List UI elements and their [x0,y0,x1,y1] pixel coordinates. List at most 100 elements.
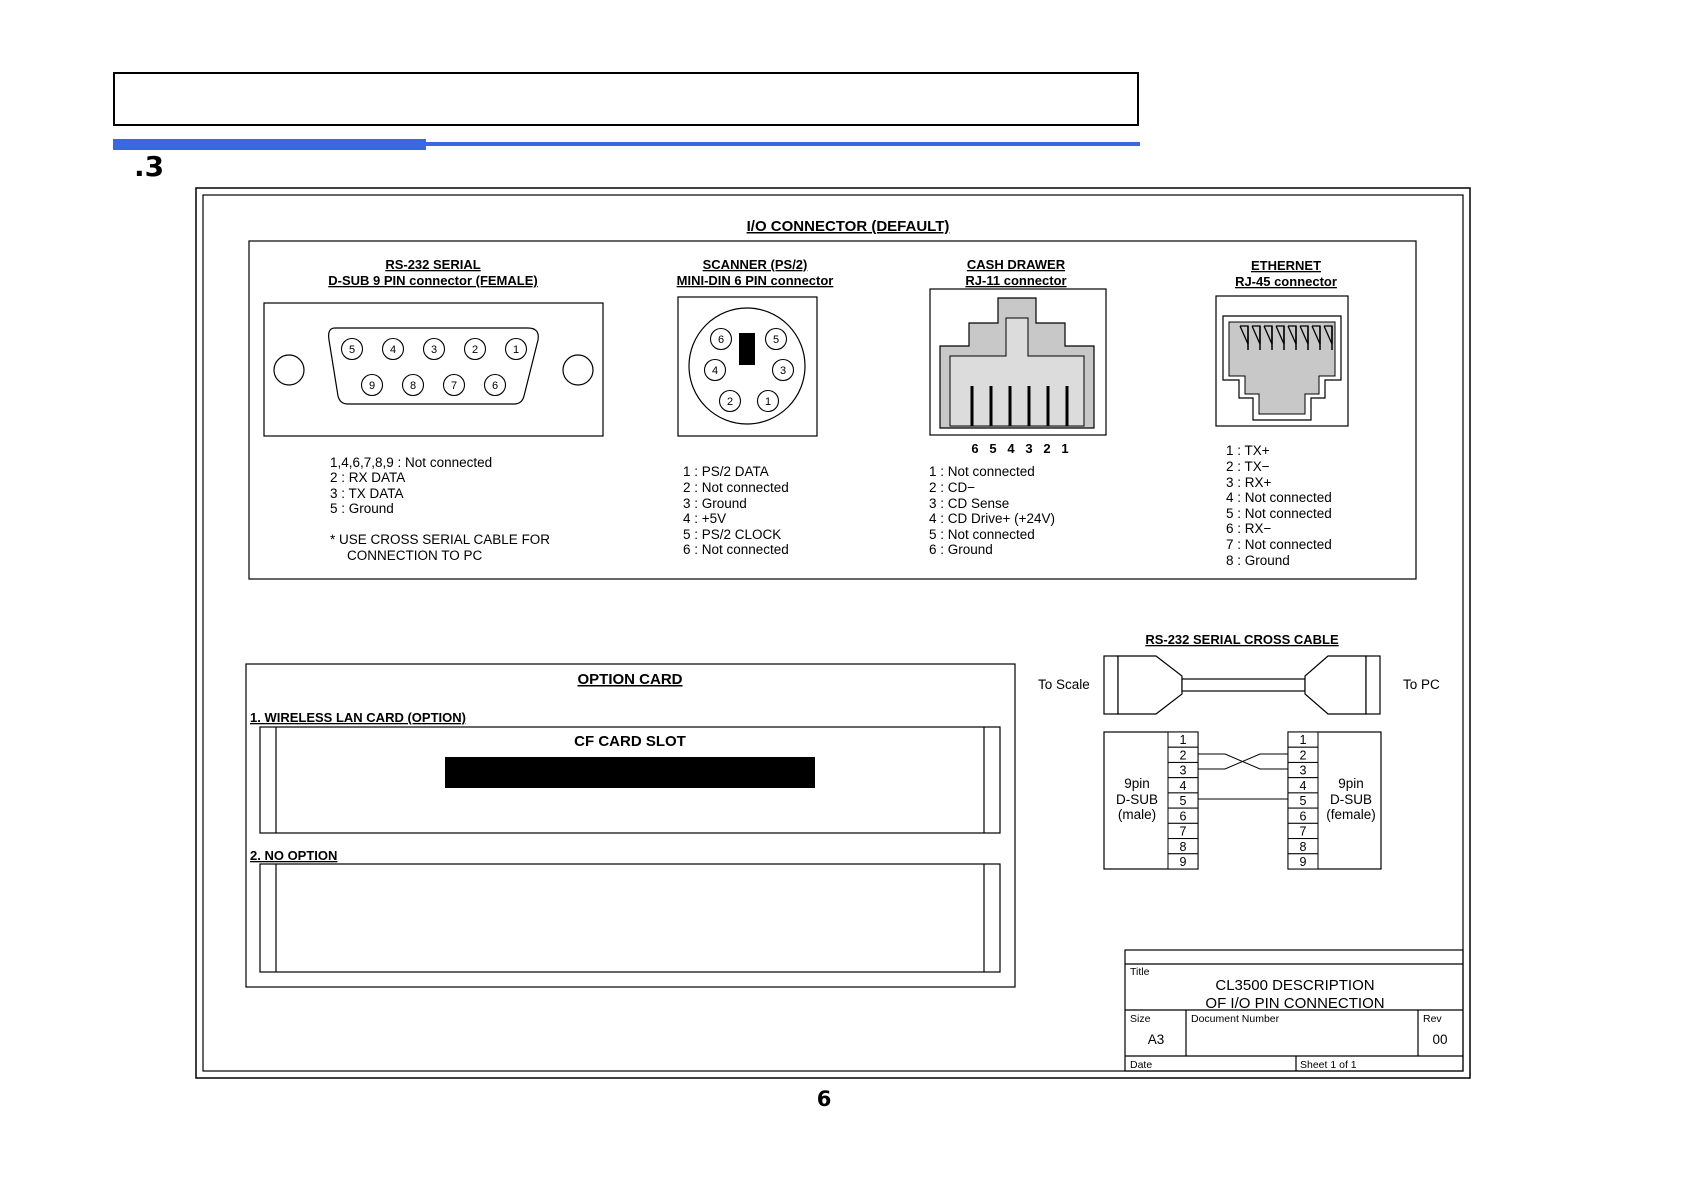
rs232-note: 5 : Ground [330,501,394,516]
ethernet-title: ETHERNET [1251,258,1321,273]
rev-label: Rev [1423,1013,1442,1025]
rs232-note: 3 : TX DATA [330,486,404,501]
cable-pin-label: 2 [1300,748,1307,762]
cable-pin-label: 1 [1300,733,1307,747]
cash-drawer-subtitle: RJ-11 connector [965,273,1066,288]
pin-label: 7 [451,380,457,392]
ethernet-subtitle: RJ-45 connector [1235,274,1337,289]
svg-text:9pin: 9pin [1124,776,1150,791]
svg-text:D-SUB: D-SUB [1330,792,1372,807]
cash-drawer-note: 4 : CD Drive+ (+24V) [929,511,1055,526]
cable-pin-label: 9 [1300,855,1307,869]
cable-pin-label: 2 [1180,748,1187,762]
rj11-pin-number: 6 [971,441,978,456]
pin-label: 6 [718,334,724,346]
ethernet-note: 2 : TX− [1226,459,1270,474]
header-accent-line [426,142,1140,146]
rs232-note: 1,4,6,7,8,9 : Not connected [330,455,492,470]
cable-pin-label: 3 [1180,764,1187,778]
io-schematic-drawing: I/O CONNECTOR (DEFAULT) RS-232 SERIAL D-… [195,187,1471,1079]
pin-label: 5 [349,344,355,356]
date-label: Date [1130,1059,1152,1071]
cable-pin-label: 6 [1180,809,1187,823]
rs232-notes: 1,4,6,7,8,9 : Not connected 2 : RX DATA … [330,455,550,563]
rj11-pin-number: 5 [989,441,996,456]
pin-label: 4 [390,344,396,356]
cable-pin-label: 6 [1300,809,1307,823]
scanner-subtitle: MINI-DIN 6 PIN connector [677,273,834,288]
rj11-pin-number: 4 [1007,441,1015,456]
cross-cable-plugs [1103,655,1381,715]
scanner-note: 1 : PS/2 DATA [683,464,769,479]
rs232-subtitle: D-SUB 9 PIN connector (FEMALE) [328,273,537,288]
cash-drawer-note: 3 : CD Sense [929,496,1009,511]
scanner-note: 4 : +5V [683,511,726,526]
ethernet-note: 4 : Not connected [1226,490,1332,505]
scanner-key [739,333,755,365]
cash-drawer-note: 1 : Not connected [929,464,1035,479]
cross-cable-wires [1198,753,1288,800]
pin-label: 9 [369,380,375,392]
scanner-title: SCANNER (PS/2) [703,257,808,272]
svg-text:D-SUB: D-SUB [1116,792,1158,807]
scanner-note: 2 : Not connected [683,480,789,495]
cash-drawer-notes: 1 : Not connected 2 : CD− 3 : CD Sense 4… [929,464,1055,557]
pin-label: 6 [492,380,498,392]
cross-cable-left-pins: 12 3456 789 [1167,731,1199,870]
cash-drawer-note: 2 : CD− [929,480,975,495]
cash-drawer-title: CASH DRAWER [967,257,1066,272]
pin-label: 3 [431,344,437,356]
cash-drawer-pin-numbers: 654321 [971,441,1068,456]
no-option-label: 2. NO OPTION [250,848,337,863]
pin-label: 2 [472,344,478,356]
cf-card-slot [445,757,815,788]
cable-pin-label: 7 [1180,825,1187,839]
cross-cable-title: RS-232 SERIAL CROSS CABLE [1145,632,1339,647]
cable-pin-label: 8 [1180,840,1187,854]
rs232-note: 2 : RX DATA [330,470,405,485]
pin-label: 4 [712,365,718,377]
section-number: .3 [134,150,165,183]
cable-pin-label: 8 [1300,840,1307,854]
cross-cable-left-label: To Scale [1038,677,1090,692]
ethernet-note: 7 : Not connected [1226,537,1332,552]
page-number: 6 [816,1087,832,1111]
ethernet-note: 8 : Ground [1226,553,1290,568]
cable-pin-label: 5 [1180,794,1187,808]
ethernet-notes: 1 : TX+ 2 : TX− 3 : RX+ 4 : Not connecte… [1226,443,1332,568]
cable-pin-label: 4 [1300,779,1307,793]
ethernet-note: 5 : Not connected [1226,506,1332,521]
pin-label: 2 [727,396,733,408]
header-box [113,72,1139,126]
cable-pin-label: 5 [1300,794,1307,808]
svg-text:(female): (female) [1326,807,1376,822]
pin-label: 8 [410,380,416,392]
cable-pin-label: 9 [1180,855,1187,869]
header-accent-bar [113,139,426,150]
rev-value: 00 [1432,1032,1447,1047]
cross-cable-right-pins: 12 3456 789 [1287,731,1319,870]
option-card-title: OPTION CARD [578,671,683,688]
rj11-pin-number: 2 [1043,441,1050,456]
svg-text:(male): (male) [1118,807,1156,822]
svg-text:9pin: 9pin [1338,776,1364,791]
cable-pin-label: 4 [1180,779,1187,793]
title-label: Title [1130,966,1150,978]
rj11-pin-number: 1 [1061,441,1068,456]
pin-label: 3 [780,365,786,377]
sheet-label: Sheet 1 of 1 [1300,1059,1357,1071]
cable-pin-label: 1 [1180,733,1187,747]
cable-pin-label: 7 [1300,825,1307,839]
no-option-outline [259,863,1001,973]
cash-drawer-note: 5 : Not connected [929,527,1035,542]
wireless-lan-label: 1. WIRELESS LAN CARD (OPTION) [250,710,466,725]
size-value: A3 [1148,1032,1165,1047]
cable-pin-label: 3 [1300,764,1307,778]
title-line: OF I/O PIN CONNECTION [1205,995,1384,1012]
ethernet-note: 1 : TX+ [1226,443,1270,458]
scanner-note: 3 : Ground [683,496,747,511]
rs232-remark: * USE CROSS SERIAL CABLE FOR [330,532,550,547]
ethernet-note: 6 : RX− [1226,521,1272,536]
rs232-screw-right [562,354,594,386]
ethernet-note: 3 : RX+ [1226,475,1272,490]
